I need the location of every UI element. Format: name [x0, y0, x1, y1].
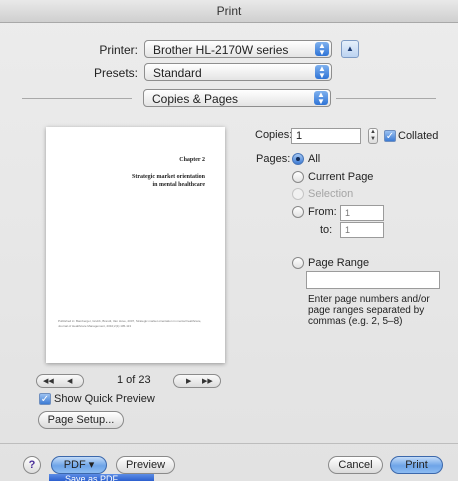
- pages-all-label: All: [308, 153, 321, 165]
- last-page-button[interactable]: ▶▶: [202, 375, 213, 389]
- preview-title-line1: Strategic market orientation: [132, 174, 205, 180]
- pages-selection-radio: [292, 188, 304, 200]
- panel-popup[interactable]: Copies & Pages ▲ ▼: [143, 89, 331, 107]
- page-count: 1 of 23: [117, 374, 151, 386]
- pages-from-label: From:: [308, 206, 337, 218]
- disclosure-triangle-icon: ▲: [346, 44, 354, 53]
- copies-label: Copies:: [255, 129, 293, 141]
- pages-current-radio[interactable]: [292, 171, 304, 183]
- page-range-help-line1: Enter page numbers and/or: [308, 294, 430, 305]
- first-page-button[interactable]: ◀◀: [43, 375, 54, 389]
- pages-current-label: Current Page: [308, 171, 374, 183]
- copies-stepper[interactable]: ▲ ▼: [368, 128, 378, 144]
- page-range-help: Enter page numbers and/or page ranges se…: [308, 294, 448, 327]
- preview-footnote: Published in: Bamberger, Grubb, Brandt, …: [58, 319, 202, 328]
- up-down-arrows-icon: ▲ ▼: [315, 42, 329, 57]
- show-quick-preview-checkbox[interactable]: ✓: [39, 393, 51, 405]
- window-title: Print: [0, 0, 458, 23]
- page-range-help-line2: page ranges separated by: [308, 305, 425, 316]
- page-setup-button[interactable]: Page Setup...: [38, 411, 124, 429]
- print-dialog: Print Printer: Brother HL-2170W series ▲…: [0, 0, 458, 481]
- save-as-pdf-menu-item[interactable]: Save as PDF...: [49, 474, 154, 481]
- prev-page-button[interactable]: ◀: [67, 375, 72, 389]
- pages-range-radio[interactable]: [292, 257, 304, 269]
- collated-checkbox[interactable]: ✓: [384, 130, 396, 142]
- panel-value: Copies & Pages: [152, 92, 239, 106]
- separator-left: [22, 98, 132, 99]
- pages-all-radio[interactable]: [292, 153, 304, 165]
- separator-right: [336, 98, 436, 99]
- help-button[interactable]: ?: [23, 456, 41, 474]
- printer-value: Brother HL-2170W series: [153, 43, 289, 57]
- presets-popup[interactable]: Standard ▲ ▼: [144, 63, 332, 81]
- page-range-help-line3: commas (e.g. 2, 5–8): [308, 316, 403, 327]
- pages-selection-label: Selection: [308, 188, 354, 200]
- pages-range-label: Page Range: [308, 257, 370, 269]
- pages-from-field[interactable]: 1: [340, 205, 384, 221]
- up-down-arrows-icon: ▲ ▼: [315, 65, 329, 80]
- cancel-button[interactable]: Cancel: [328, 456, 383, 474]
- pages-from-radio[interactable]: [292, 206, 304, 218]
- print-button[interactable]: Print: [390, 456, 443, 474]
- footer-separator: [0, 443, 458, 444]
- nav-back-group: ◀◀ ◀: [36, 374, 84, 388]
- pdf-button[interactable]: PDF ▾: [51, 456, 107, 474]
- up-down-arrows-icon: ▲ ▼: [314, 91, 328, 106]
- disclosure-button[interactable]: ▲: [341, 40, 359, 58]
- preview-chapter: Chapter 2: [179, 157, 205, 163]
- copies-field[interactable]: 1: [291, 128, 361, 144]
- presets-label: Presets:: [93, 66, 138, 80]
- pages-label: Pages:: [256, 153, 291, 165]
- page-range-field[interactable]: [306, 271, 440, 289]
- preview-button[interactable]: Preview: [116, 456, 175, 474]
- next-page-button[interactable]: ▶: [186, 375, 191, 389]
- collated-label: Collated: [398, 130, 439, 142]
- printer-label: Printer:: [99, 43, 138, 57]
- preview-title-line2: in mental healthcare: [152, 182, 205, 188]
- page-preview: Chapter 2 Strategic market orientation i…: [46, 127, 225, 363]
- printer-popup[interactable]: Brother HL-2170W series ▲ ▼: [144, 40, 332, 58]
- preview-title: Strategic market orientation in mental h…: [65, 173, 205, 189]
- pages-to-field[interactable]: 1: [340, 222, 384, 238]
- nav-forward-group: ▶ ▶▶: [173, 374, 221, 388]
- show-quick-preview-label: Show Quick Preview: [54, 393, 155, 405]
- presets-value: Standard: [153, 66, 202, 80]
- pages-to-label: to:: [320, 224, 333, 236]
